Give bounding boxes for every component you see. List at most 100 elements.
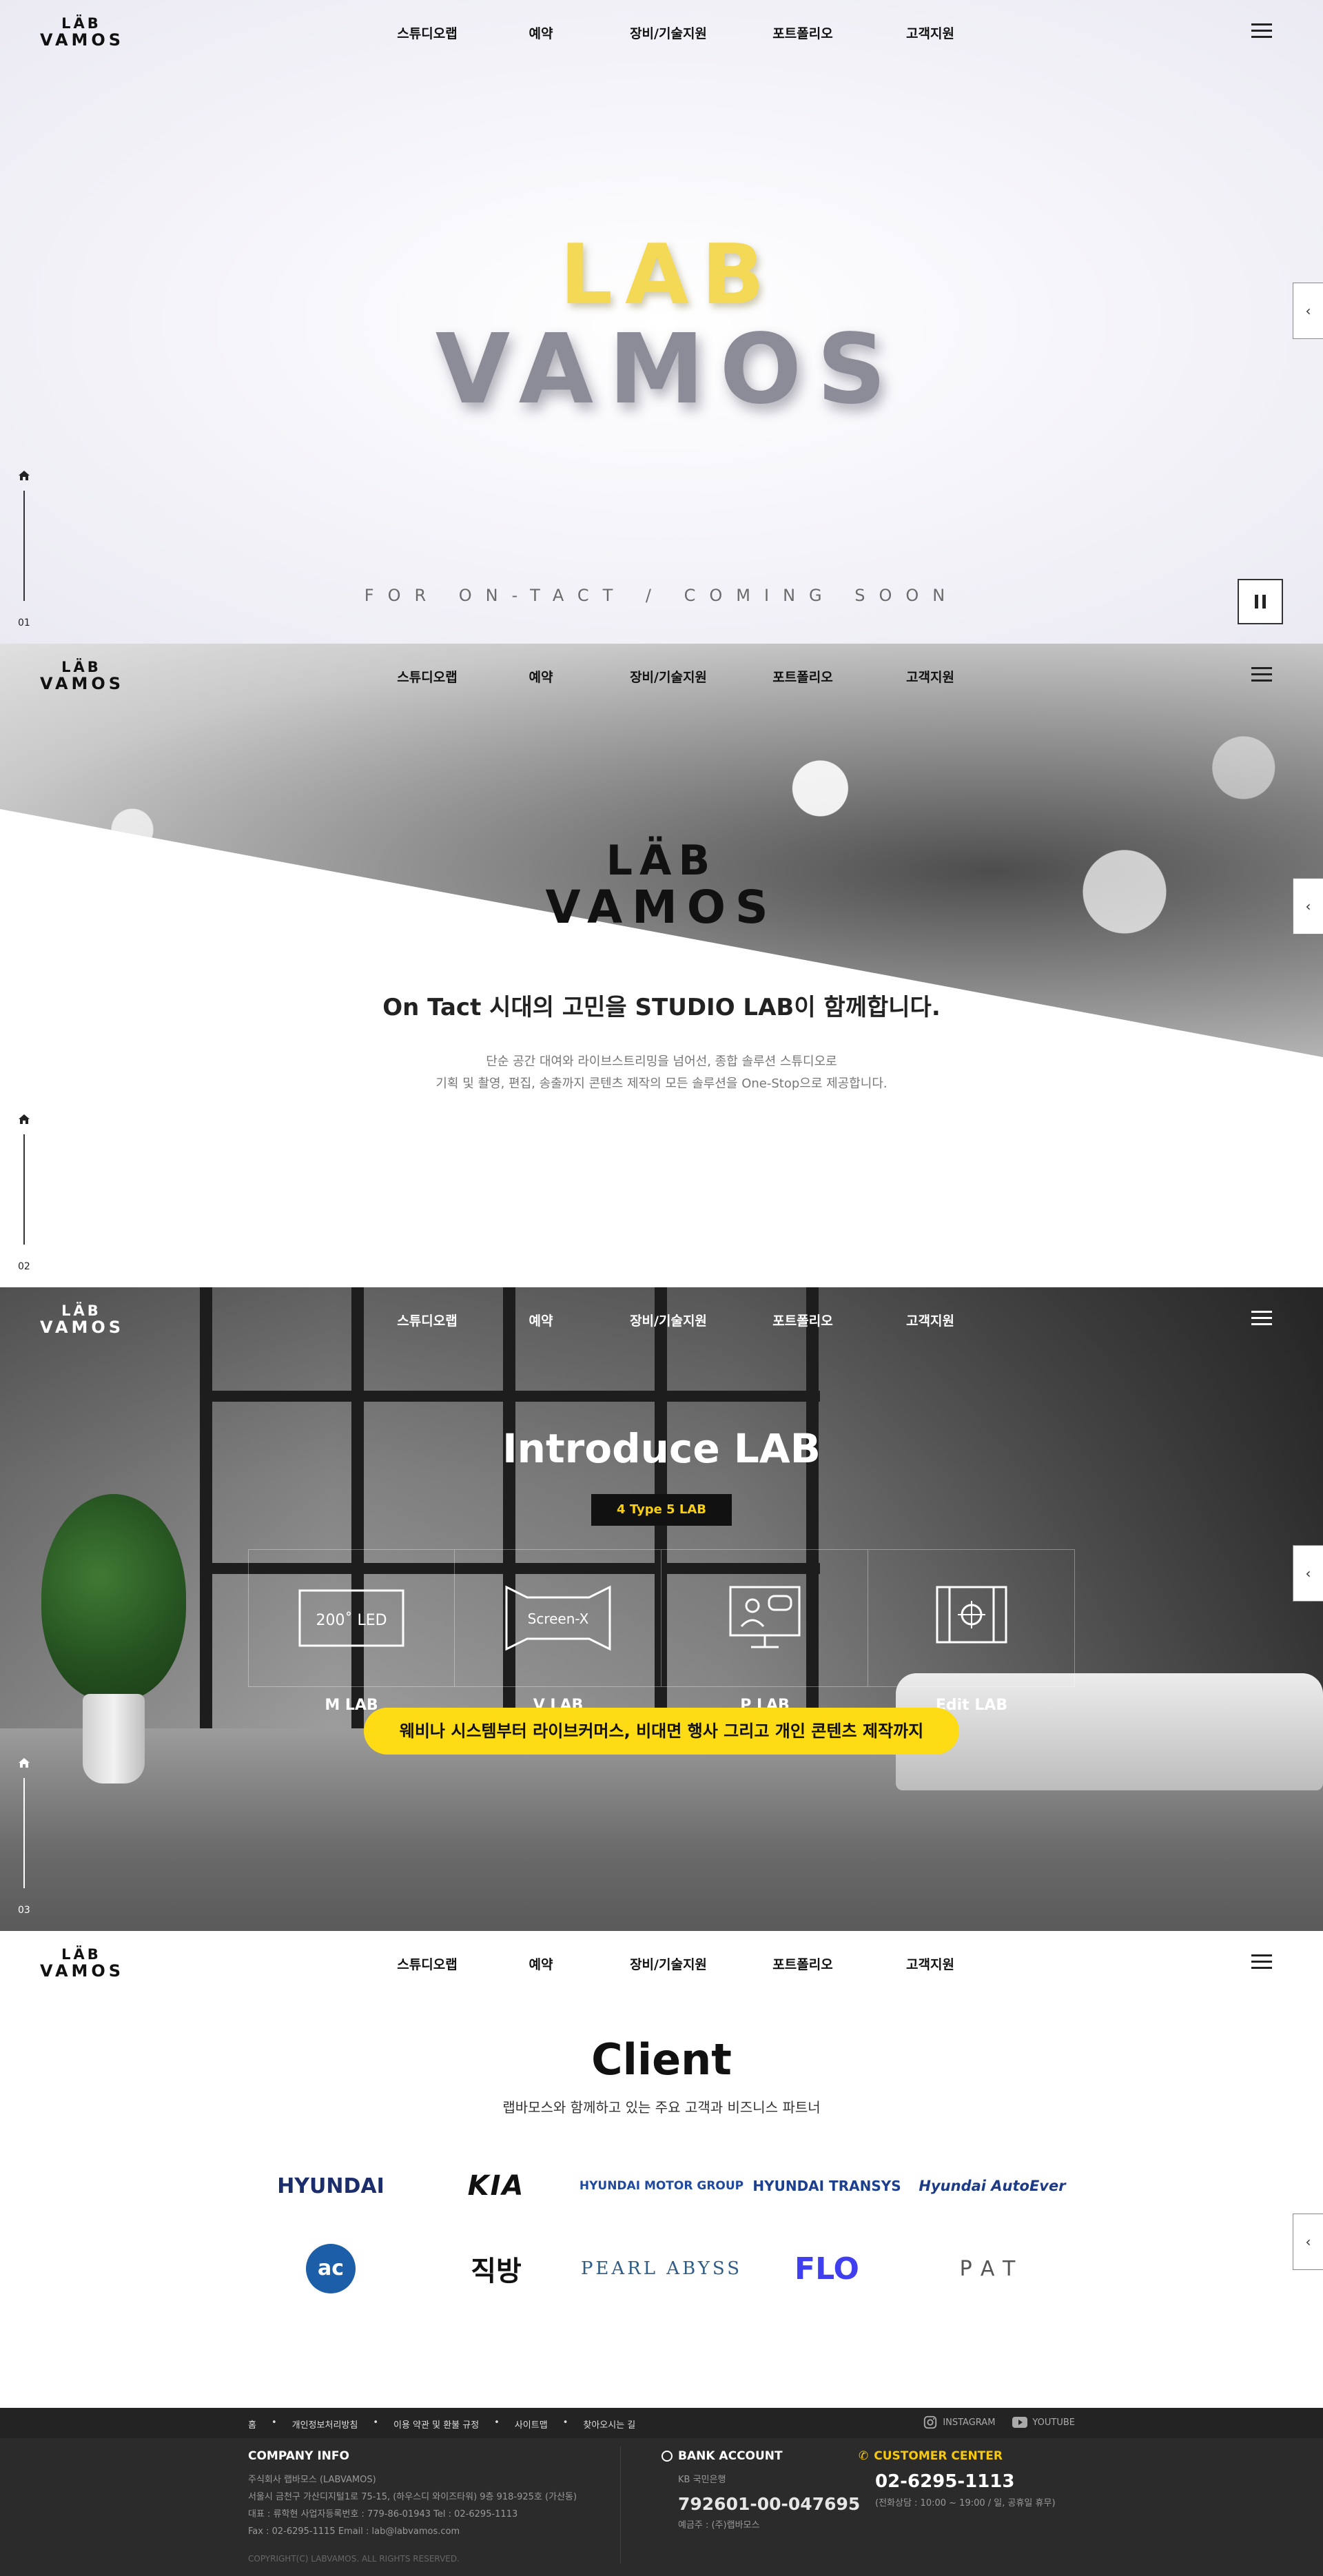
client-logo-hyundai-autoever: Hyundai AutoEver <box>919 2178 1066 2194</box>
client-logo-flo: FLO <box>794 2251 859 2287</box>
chevron-left-icon: ‹ <box>1305 2233 1311 2250</box>
page-number: 03 <box>18 1905 30 1916</box>
nav-support[interactable]: 고객지원 <box>854 1954 1006 1972</box>
customer-center: ✆ CUSTOMER CENTER 02-6295-1113 (전화상담 : 1… <box>859 2449 1056 2512</box>
screen-x-icon-label: Screen-X <box>528 1611 589 1627</box>
home-icon[interactable] <box>18 1757 30 1768</box>
nav-portfolio[interactable]: 포트폴리오 <box>751 1954 854 1972</box>
footer-link-privacy[interactable]: 개인정보처리방침 <box>292 2417 358 2431</box>
home-icon[interactable] <box>18 470 30 481</box>
home-icon[interactable] <box>18 1114 30 1125</box>
menu-icon[interactable] <box>1251 1954 1272 1970</box>
sns-links: INSTAGRAM YOUTUBE <box>905 2415 1075 2430</box>
presenter-icon <box>710 1584 820 1653</box>
site-logo[interactable]: LÄB VAMOS <box>40 15 123 50</box>
site-logo[interactable]: LÄB VAMOS <box>40 1946 123 1981</box>
services-banner[interactable]: 웨비나 시스템부터 라이브커머스, 비대면 행사 그리고 개인 콘텐츠 제작까지 <box>364 1708 959 1755</box>
pause-button[interactable] <box>1238 579 1283 624</box>
side-tab-open[interactable]: ‹ <box>1293 1545 1323 1602</box>
bank-name: KB 국민은행 <box>678 2475 726 2485</box>
nav-support[interactable]: 고객지원 <box>854 23 1006 41</box>
about-logo-top: LÄB <box>606 837 717 885</box>
about-title: On Tact 시대의 고민을 STUDIO LAB이 함께합니다. <box>382 994 941 1021</box>
introduce-lab-section: LÄB VAMOS 스튜디오랩 예약 장비/기술지원 포트폴리오 고객지원 In… <box>0 1287 1323 1931</box>
page-indicator: 03 <box>18 1757 32 1916</box>
introduce-title: Introduce LAB <box>502 1425 821 1472</box>
nav-equipment[interactable]: 장비/기술지원 <box>586 23 751 41</box>
company-registration: 대표 : 류학현 사업자등록번호 : 779-86-01943 Tel : 02… <box>248 2509 518 2519</box>
youtube-icon <box>1012 2417 1028 2428</box>
lab-type-badge: 4 Type 5 LAB <box>591 1494 732 1526</box>
page-number: 01 <box>18 617 30 628</box>
menu-icon[interactable] <box>1251 667 1272 682</box>
nav-equipment[interactable]: 장비/기술지원 <box>586 1954 751 1972</box>
main-nav: 스튜디오랩 예약 장비/기술지원 포트폴리오 고객지원 <box>358 23 1006 41</box>
nav-equipment[interactable]: 장비/기술지원 <box>586 667 751 685</box>
indicator-line <box>23 1778 25 1888</box>
side-tab-open[interactable]: ‹ <box>1293 878 1323 934</box>
nav-portfolio[interactable]: 포트폴리오 <box>751 1311 854 1329</box>
nav-reservation[interactable]: 예약 <box>496 1311 586 1329</box>
youtube-label: YOUTUBE <box>1032 2417 1075 2428</box>
side-tab-open[interactable]: ‹ <box>1293 283 1323 339</box>
nav-reservation[interactable]: 예약 <box>496 667 586 685</box>
chevron-left-icon: ‹ <box>1305 303 1311 319</box>
screen-x-icon: Screen-X <box>503 1584 613 1653</box>
client-logo-kia: KIA <box>467 2170 525 2202</box>
site-logo[interactable]: LÄB VAMOS <box>40 1302 123 1337</box>
page-indicator: 02 <box>18 1114 32 1272</box>
footer-divider <box>620 2446 621 2564</box>
wallet-icon <box>662 2451 673 2462</box>
nav-reservation[interactable]: 예약 <box>496 1954 586 1972</box>
copyright: COPYRIGHT(C) LABVAMOS. ALL RIGHTS RESERV… <box>248 2554 460 2564</box>
about-logo-bottom: VAMOS <box>545 881 778 934</box>
nav-studio-lab[interactable]: 스튜디오랩 <box>358 23 496 41</box>
chevron-left-icon: ‹ <box>1305 898 1311 914</box>
nav-reservation[interactable]: 예약 <box>496 23 586 41</box>
instagram-link[interactable]: INSTAGRAM <box>922 2415 995 2430</box>
film-edit-icon <box>916 1584 1027 1653</box>
nav-portfolio[interactable]: 포트폴리오 <box>751 23 854 41</box>
nav-support[interactable]: 고객지원 <box>854 1311 1006 1329</box>
client-subtitle: 랩바모스와 함께하고 있는 주요 고객과 비즈니스 파트너 <box>502 2099 821 2116</box>
nav-studio-lab[interactable]: 스튜디오랩 <box>358 667 496 685</box>
nav-support[interactable]: 고객지원 <box>854 667 1006 685</box>
logo-bottom-text: VAMOS <box>40 1318 125 1337</box>
main-nav: 스튜디오랩 예약 장비/기술지원 포트폴리오 고객지원 <box>358 1311 1006 1329</box>
menu-icon[interactable] <box>1251 23 1272 39</box>
instagram-label: INSTAGRAM <box>943 2417 996 2428</box>
client-logo-grid: HYUNDAI KIA HYUNDAI MOTOR GROUP HYUNDAI … <box>248 2151 1075 2317</box>
led-screen-icon: 200˚ LED <box>296 1584 407 1653</box>
indicator-line <box>23 1134 25 1245</box>
menu-icon[interactable] <box>1251 1311 1272 1326</box>
hero-section: LÄB VAMOS 스튜디오랩 예약 장비/기술지원 포트폴리오 고객지원 LA… <box>0 0 1323 644</box>
site-logo[interactable]: LÄB VAMOS <box>40 659 123 693</box>
client-logo-pat: PAT <box>959 2256 1025 2281</box>
main-nav: 스튜디오랩 예약 장비/기술지원 포트폴리오 고객지원 <box>358 667 1006 685</box>
logo-top-text: LÄB <box>61 1302 101 1319</box>
led-screen-icon-label: 200˚ LED <box>316 1612 387 1629</box>
company-name: 주식회사 랩바모스 (LABVAMOS) <box>248 2475 376 2485</box>
logo-top-text: LÄB <box>61 15 101 32</box>
company-address: 서울시 금천구 가산디지털1로 75-15, (하우스디 와이즈타워) 9층 9… <box>248 2492 577 2502</box>
bank-account: BANK ACCOUNT KB 국민은행 792601-00-047695 예금… <box>662 2449 860 2534</box>
client-logo-hyundai-motor-group: HYUNDAI MOTOR GROUP <box>579 2179 744 2193</box>
footer-link-sitemap[interactable]: 사이트맵 <box>515 2417 548 2431</box>
nav-equipment[interactable]: 장비/기술지원 <box>586 1311 751 1329</box>
customer-center-phone[interactable]: 02-6295-1113 <box>859 2471 1056 2492</box>
footer-link-directions[interactable]: 찾아오시는 길 <box>583 2417 635 2431</box>
logo-top-text: LÄB <box>61 659 101 675</box>
footer-link-terms[interactable]: 이용 약관 및 환불 규정 <box>393 2417 479 2431</box>
about-logo: LÄB VAMOS <box>524 837 799 934</box>
footer-link-home[interactable]: 홈 <box>248 2417 256 2431</box>
page-number: 02 <box>18 1261 30 1272</box>
bank-account-heading-label: BANK ACCOUNT <box>678 2449 783 2463</box>
nav-studio-lab[interactable]: 스튜디오랩 <box>358 1954 496 1972</box>
nav-studio-lab[interactable]: 스튜디오랩 <box>358 1311 496 1329</box>
youtube-link[interactable]: YOUTUBE <box>1012 2415 1075 2430</box>
client-logo-hyundai-transys: HYUNDAI TRANSYS <box>752 2178 901 2194</box>
side-tab-open[interactable]: ‹ <box>1293 2214 1323 2270</box>
indicator-line <box>23 491 25 601</box>
nav-portfolio[interactable]: 포트폴리오 <box>751 667 854 685</box>
company-info: COMPANY INFO 주식회사 랩바모스 (LABVAMOS) 서울시 금천… <box>248 2449 577 2540</box>
